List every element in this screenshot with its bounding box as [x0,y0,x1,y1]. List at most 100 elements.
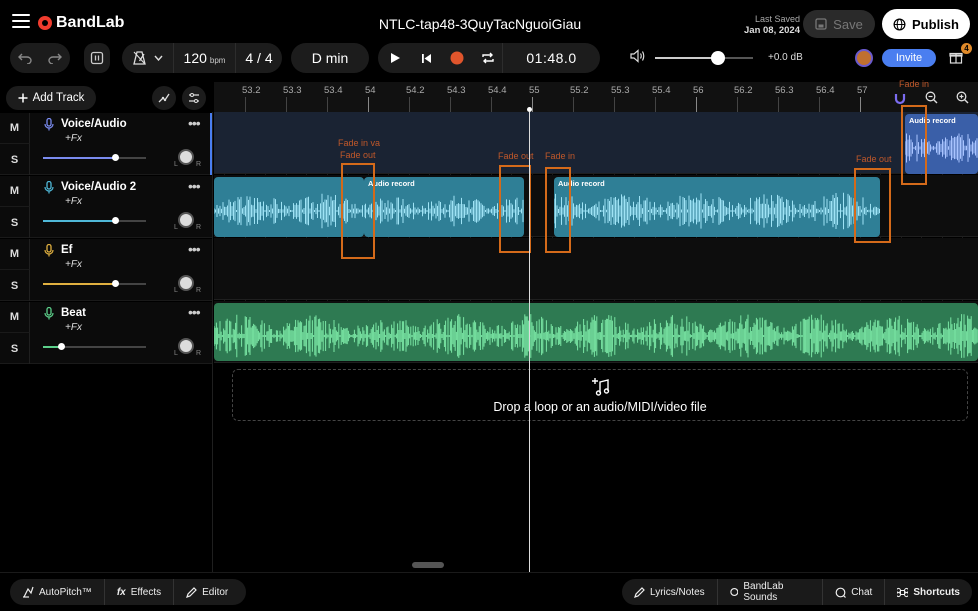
ruler-label: 55.2 [570,85,589,96]
pan-left-label: L [174,287,178,294]
ruler-tick [655,97,656,112]
snap-settings-button[interactable] [182,86,206,110]
editor-button[interactable]: Editor [174,579,240,605]
pan-dial[interactable] [178,149,194,165]
track-volume-slider[interactable] [43,280,146,287]
tempo-group: 120 bpm 4 / 4 [122,43,282,73]
more-options-icon[interactable]: ••• [188,178,201,194]
effects-button[interactable]: fx Effects [105,579,175,605]
pan-knob[interactable]: LR [174,147,201,169]
speaker-icon[interactable] [630,49,646,63]
track-volume-knob[interactable] [112,154,119,161]
mute-button[interactable]: M [0,176,30,207]
add-track-button[interactable]: Add Track [6,86,96,110]
add-music-icon [591,377,611,397]
track-header[interactable]: M S Voice/Audio +Fx ••• L R [0,113,212,175]
track-volume-knob[interactable] [58,343,65,350]
master-volume-knob[interactable] [711,51,725,65]
metronome-button[interactable] [122,43,174,73]
track-volume-slider[interactable] [43,343,146,350]
track-header[interactable]: M S Voice/Audio 2 +Fx ••• L R [0,176,212,238]
loop-button[interactable] [474,43,502,73]
solo-button[interactable]: S [0,270,30,301]
horizontal-scrollbar[interactable] [412,562,444,568]
track-fx-button[interactable]: +Fx [65,259,82,270]
mute-button[interactable]: M [0,239,30,270]
zoom-in-icon[interactable] [956,91,969,104]
track-fx-button[interactable]: +Fx [65,196,82,207]
tempo-value: 120 [183,50,207,66]
zoom-out-icon[interactable] [925,91,938,104]
undo-icon[interactable] [18,52,32,64]
mute-button[interactable]: M [0,113,30,144]
pan-knob[interactable]: LR [174,273,201,295]
record-button[interactable] [440,43,474,73]
track-volume-fill [43,283,115,285]
playhead-handle[interactable] [527,107,532,112]
logo[interactable]: BandLab [38,14,124,32]
pan-knob[interactable]: LR [174,336,201,358]
loop-toggle-button[interactable] [84,43,110,73]
redo-icon[interactable] [48,52,62,64]
track-fx-button[interactable]: +Fx [65,322,82,333]
chat-button[interactable]: Chat [823,579,886,605]
pan-dial[interactable] [178,275,194,291]
solo-button[interactable]: S [0,144,30,175]
track-name[interactable]: Ef [61,244,73,256]
loop-region-icon [90,51,104,65]
lyrics-notes-button[interactable]: Lyrics/Notes [622,579,718,605]
track-fx-button[interactable]: +Fx [65,133,82,144]
menu-icon[interactable] [12,14,30,28]
autopitch-button[interactable]: AutoPitch™ [10,579,105,605]
track-name[interactable]: Beat [61,307,86,319]
timeline-ruler[interactable]: 53.2 53.3 53.4 54 54.2 54.3 54.4 55 55.2 55.3 55.4… [214,82,978,112]
project-title[interactable]: NTLC-tap48-3QuyTacNguoiGiau [300,16,660,32]
shortcuts-button[interactable]: Shortcuts [885,579,972,605]
last-saved: Last Saved Jan 08, 2024 [730,14,800,36]
automation-button[interactable] [152,86,176,110]
avatar[interactable] [855,49,873,67]
ruler-label: 55 [529,85,540,96]
invite-button[interactable]: Invite [882,49,936,67]
automation-icon [158,93,170,103]
pan-knob[interactable]: LR [174,210,201,232]
track-volume-knob[interactable] [112,280,119,287]
sounds-label: BandLab Sounds [743,581,784,603]
ruler-label: 56 [693,85,704,96]
playhead[interactable] [529,112,530,572]
ruler-label: 55.4 [652,85,671,96]
track-volume-knob[interactable] [112,217,119,224]
save-button[interactable]: Save [803,10,875,38]
lane-ef[interactable] [214,238,978,300]
ruler-tick [286,97,287,112]
fx-icon: fx [116,586,126,598]
publish-button[interactable]: Publish [882,9,970,39]
play-button[interactable] [378,43,412,73]
ruler-label: 57 [857,85,868,96]
more-options-icon[interactable]: ••• [188,304,201,320]
track-header[interactable]: M S Beat +Fx ••• L R [0,302,212,364]
clip-voice2-c[interactable]: Audio record [554,177,880,237]
pan-dial[interactable] [178,338,194,354]
track-volume-slider[interactable] [43,154,146,161]
key-selector[interactable]: D min [291,43,369,73]
track-volume-slider[interactable] [43,217,146,224]
track-header[interactable]: M S Ef +Fx ••• L R [0,239,212,301]
mic-icon [44,118,54,131]
lane-voice-audio[interactable] [214,112,978,174]
autopitch-label: AutoPitch™ [39,586,92,598]
rewind-button[interactable] [412,43,440,73]
time-signature[interactable]: 4 / 4 [236,43,282,73]
clip-beat[interactable] [214,303,978,361]
bandlab-sounds-button[interactable]: BandLab Sounds [718,579,824,605]
pan-dial[interactable] [178,212,194,228]
more-options-icon[interactable]: ••• [188,115,201,131]
tempo-control[interactable]: 120 bpm [174,43,236,73]
mute-button[interactable]: M [0,302,30,333]
track-name[interactable]: Voice/Audio 2 [61,181,136,193]
magnet-icon[interactable] [894,93,906,105]
solo-button[interactable]: S [0,333,30,364]
track-name[interactable]: Voice/Audio [61,118,127,130]
more-options-icon[interactable]: ••• [188,241,201,257]
solo-button[interactable]: S [0,207,30,238]
